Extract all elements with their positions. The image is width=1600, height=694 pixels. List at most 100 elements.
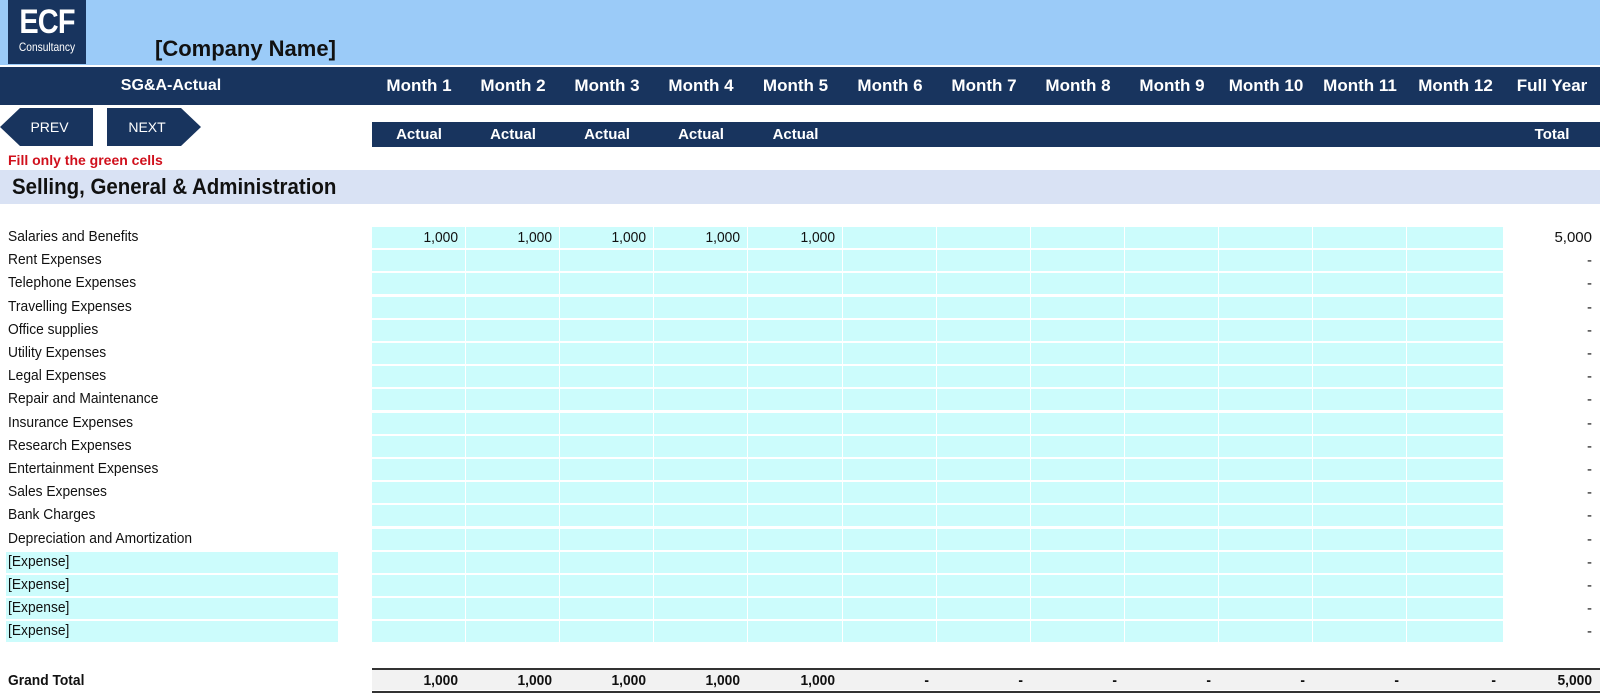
cell-value xyxy=(1414,297,1496,318)
cell-value xyxy=(850,621,929,642)
cell-value xyxy=(661,413,740,434)
cell-value xyxy=(1414,413,1496,434)
next-button[interactable]: NEXT xyxy=(107,108,201,146)
cell-value xyxy=(1414,343,1496,364)
cell-value xyxy=(567,320,646,341)
cell-value xyxy=(850,505,929,526)
cell-value xyxy=(944,505,1023,526)
cell-value xyxy=(661,297,740,318)
logo-subtext: Consultancy xyxy=(18,40,76,54)
cell-value xyxy=(1038,552,1117,573)
cell-value xyxy=(473,482,552,503)
fill-instruction: Fill only the green cells xyxy=(8,152,163,168)
cell-value xyxy=(944,389,1023,410)
row-total: - xyxy=(1587,554,1592,571)
cell-value xyxy=(1038,621,1117,642)
cell-value xyxy=(379,529,458,550)
cell-value xyxy=(1132,621,1211,642)
cell-value xyxy=(1132,250,1211,271)
sub-header-1: Actual xyxy=(396,126,442,143)
cell-value xyxy=(850,436,929,457)
cell-value xyxy=(1320,529,1399,550)
cell-value xyxy=(661,389,740,410)
row-total: - xyxy=(1587,322,1592,339)
company-name[interactable]: [Company Name] xyxy=(155,36,336,62)
cell-value xyxy=(1414,227,1496,248)
cell-value xyxy=(473,320,552,341)
cell-value xyxy=(850,413,929,434)
cell-value xyxy=(850,598,929,619)
row-total: - xyxy=(1587,415,1592,432)
cell-value xyxy=(379,505,458,526)
cell-value xyxy=(944,436,1023,457)
cell-value xyxy=(944,273,1023,294)
grand-total-value: - xyxy=(1018,672,1023,689)
cell-value xyxy=(1132,389,1211,410)
cell-value xyxy=(755,297,835,318)
cell-value xyxy=(850,297,929,318)
cell-value xyxy=(755,598,835,619)
cell-value: 1,000 xyxy=(800,229,835,246)
sub-header-10 xyxy=(1219,122,1313,147)
cell-value xyxy=(473,297,552,318)
sub-header-8 xyxy=(1031,122,1125,147)
row-label[interactable]: [Expense] xyxy=(8,551,69,573)
cell-value xyxy=(379,459,458,480)
month-header-1: Month 1 xyxy=(386,76,452,95)
cell-value xyxy=(473,366,552,387)
row-label: Insurance Expenses xyxy=(8,414,134,431)
cell-value xyxy=(1132,436,1211,457)
cell-value xyxy=(1132,413,1211,434)
cell-value xyxy=(1132,529,1211,550)
cell-value xyxy=(755,575,835,596)
grand-total-value: 1,000 xyxy=(611,672,646,689)
cell-value xyxy=(1038,320,1117,341)
cell-value xyxy=(755,343,835,364)
grand-total-value: - xyxy=(924,672,929,689)
cell-value xyxy=(379,366,458,387)
cell-value xyxy=(1320,413,1399,434)
cell-value xyxy=(567,389,646,410)
cell-value xyxy=(1226,505,1305,526)
cell-value xyxy=(1226,413,1305,434)
cell-value xyxy=(661,366,740,387)
grand-total-value: - xyxy=(1112,672,1117,689)
cell-value xyxy=(755,552,835,573)
month-header-5: Month 5 xyxy=(762,76,829,95)
full-year-header: Full Year xyxy=(1516,76,1588,95)
cell-value xyxy=(1414,320,1496,341)
month-header-11: Month 11 xyxy=(1323,76,1397,95)
cell-value xyxy=(1226,320,1305,341)
cell-value xyxy=(567,436,646,457)
row-label[interactable]: [Expense] xyxy=(8,620,69,642)
cell-value xyxy=(473,343,552,364)
cell-value xyxy=(1038,413,1117,434)
sub-header-4: Actual xyxy=(678,126,724,143)
cell-value xyxy=(850,343,929,364)
cell-value xyxy=(755,320,835,341)
cell-value xyxy=(1226,529,1305,550)
cell-value xyxy=(567,459,646,480)
cell-value xyxy=(473,389,552,410)
row-label: Travelling Expenses xyxy=(8,298,132,315)
month-header-2: Month 2 xyxy=(480,76,546,95)
cell-value xyxy=(1414,482,1496,503)
cell-value xyxy=(944,459,1023,480)
cell-value xyxy=(1038,250,1117,271)
row-label[interactable]: [Expense] xyxy=(8,597,69,619)
cell-value xyxy=(1226,436,1305,457)
sub-header-9 xyxy=(1125,122,1219,147)
row-total: - xyxy=(1587,600,1592,617)
row-label: Telephone Expenses xyxy=(8,274,137,291)
cell-value xyxy=(1038,575,1117,596)
cell-value xyxy=(1226,552,1305,573)
cell-value xyxy=(1038,598,1117,619)
row-total: - xyxy=(1587,484,1592,501)
cell-value xyxy=(1226,575,1305,596)
cell-value xyxy=(661,482,740,503)
cell-value xyxy=(1038,529,1117,550)
cell-value xyxy=(850,227,929,248)
grand-total-value: 1,000 xyxy=(423,672,458,689)
row-label: Entertainment Expenses xyxy=(8,460,159,477)
row-label[interactable]: [Expense] xyxy=(8,574,69,596)
